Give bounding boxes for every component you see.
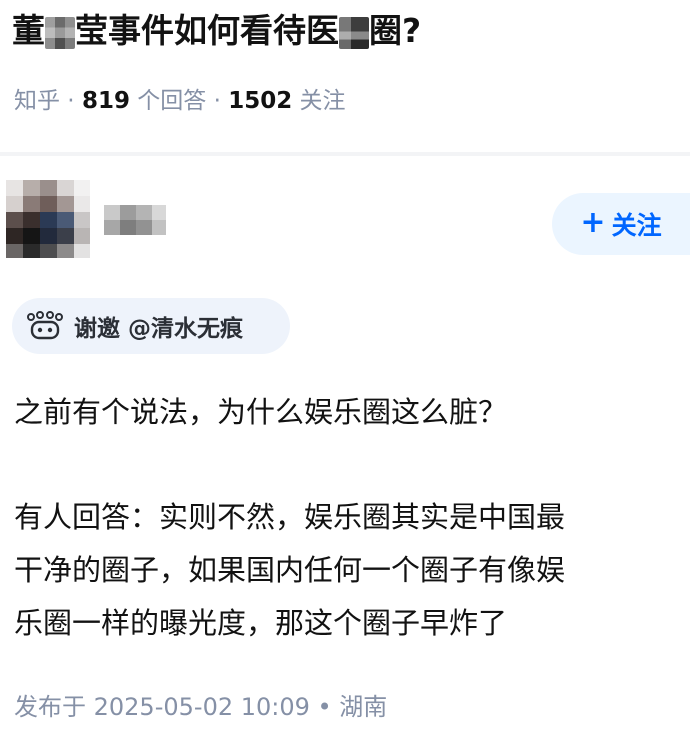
answer-content: 之前有个说法，为什么娱乐圈这么脏？ 有人回答：实则不然，娱乐圈其实是中国最 干净…: [14, 386, 690, 650]
answer-count-label: 个回答 ·: [129, 88, 229, 114]
content-line: 之前有个说法，为什么娱乐圈这么脏？: [14, 395, 508, 429]
content-line: 乐圈一样的曝光度，那这个圈子早炸了: [14, 606, 508, 640]
section-divider: [0, 152, 690, 156]
title-text-1: 董: [12, 11, 45, 50]
site-label: 知乎 ·: [14, 88, 82, 114]
invite-badge[interactable]: 谢邀 @清水无痕: [12, 298, 290, 354]
follow-button-label: 关注: [611, 211, 662, 240]
post-meta: 发布于 2025-05-02 10:09 • 湖南: [14, 693, 388, 721]
title-text-3: 圈?: [369, 11, 422, 50]
content-line: 干净的圈子，如果国内任何一个圈子有像娱: [14, 553, 566, 587]
follower-count-label: 关注: [292, 88, 346, 114]
follow-button[interactable]: + 关注: [552, 193, 690, 255]
plus-icon: +: [580, 204, 606, 240]
question-title[interactable]: 董莹事件如何看待医 圈?: [12, 8, 682, 54]
question-meta: 知乎 · 819 个回答 · 1502 关注: [14, 84, 346, 118]
censored-mosaic: [45, 16, 75, 49]
content-line: 有人回答：实则不然，娱乐圈其实是中国最: [14, 500, 566, 534]
follower-count[interactable]: 1502: [228, 88, 292, 114]
author-name[interactable]: [104, 205, 166, 235]
censored-mosaic: [339, 16, 369, 49]
answer-count[interactable]: 819: [82, 88, 130, 114]
bot-icon: [27, 311, 63, 340]
title-text-2: 莹事件如何看待医: [75, 11, 339, 50]
invite-text: 谢邀 @清水无痕: [74, 316, 244, 342]
avatar[interactable]: [6, 180, 90, 258]
